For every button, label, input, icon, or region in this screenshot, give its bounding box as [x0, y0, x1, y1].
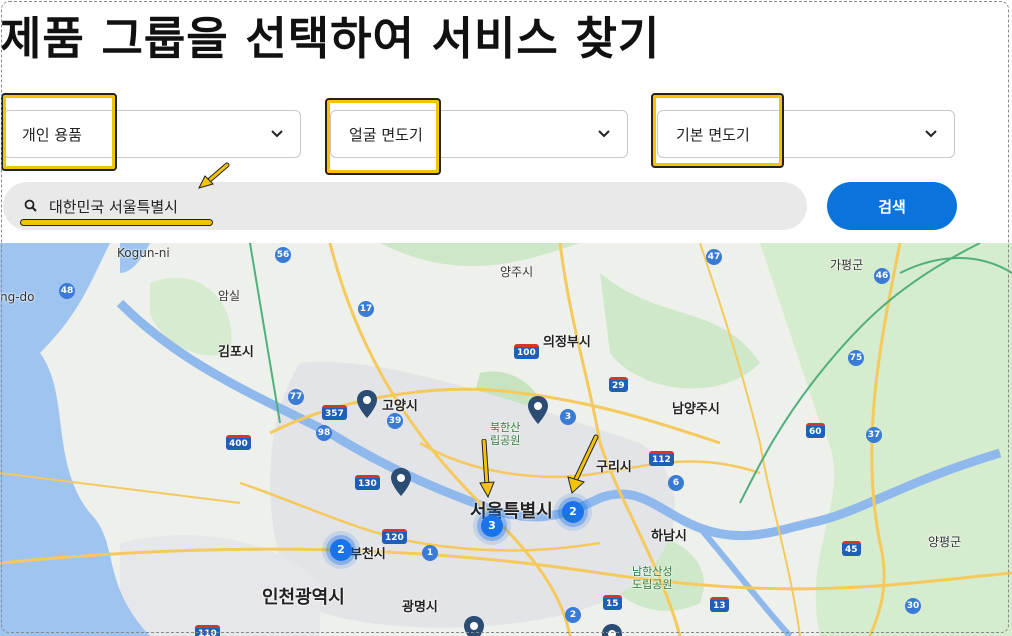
highway-shield: 400 — [226, 435, 251, 450]
route-shield: 47 — [706, 249, 722, 265]
route-shield: 56 — [275, 247, 291, 263]
arrow-annotation-icon — [198, 162, 230, 189]
product-group-value: 개인 용품 — [22, 126, 82, 144]
map-label-kogun: Kogun-ni — [117, 246, 170, 260]
arrow-annotation-icon — [479, 439, 495, 499]
map-label-yangju: 양주시 — [500, 265, 534, 279]
route-shield: 3 — [560, 409, 576, 425]
map-label-hanam: 하남시 — [651, 529, 687, 544]
search-input[interactable] — [49, 192, 749, 220]
arrow-annotation-icon — [567, 434, 599, 494]
route-shield: 30 — [905, 598, 921, 614]
map-pin-icon[interactable] — [527, 395, 549, 425]
highlight-underline — [20, 219, 213, 226]
route-shield: 17 — [358, 301, 374, 317]
map-label-namhansanseong: 남한산성 도립공원 — [632, 565, 673, 591]
highway-shield: 60 — [806, 423, 825, 438]
search-button[interactable]: 검색 — [827, 182, 957, 230]
page-title: 제품 그룹을 선택하여 서비스 찾기 — [0, 12, 661, 65]
marker-cluster[interactable]: 2 — [330, 539, 352, 561]
map-pin-icon[interactable] — [356, 389, 378, 419]
highway-shield: 357 — [322, 405, 347, 420]
marker-cluster[interactable]: 2 — [562, 501, 584, 523]
route-shield: 48 — [59, 283, 75, 299]
map-label-gwangmyeong: 광명시 — [402, 600, 438, 615]
map-label-amsil: 암실 — [218, 289, 241, 303]
map-label-ungdo: ng-do — [0, 290, 35, 304]
highway-shield: 110 — [195, 625, 220, 636]
route-shield: 1 — [422, 545, 438, 561]
route-shield: 77 — [288, 389, 304, 405]
subcategory-select[interactable]: 기본 면도기 — [657, 110, 955, 158]
subcategory-value: 기본 면도기 — [676, 126, 750, 144]
highway-shield: 130 — [355, 475, 380, 490]
product-group-select[interactable]: 개인 용품 — [3, 110, 301, 158]
map-label-incheon: 인천광역시 — [262, 587, 345, 608]
route-shield: 37 — [866, 427, 882, 443]
chevron-down-icon — [598, 130, 610, 138]
chevron-down-icon — [925, 130, 937, 138]
marker-cluster[interactable]: 3 — [481, 515, 503, 537]
map-label-goyang: 고양시 — [382, 399, 418, 414]
map-pin-icon[interactable] — [463, 615, 485, 636]
route-shield: 46 — [874, 268, 890, 284]
highway-shield: 45 — [842, 541, 861, 556]
category-select[interactable]: 얼굴 면도기 — [330, 110, 628, 158]
route-shield: 75 — [848, 350, 864, 366]
highway-shield: 112 — [649, 451, 674, 466]
route-shield: 39 — [387, 413, 403, 429]
map-label-bucheon: 부천시 — [350, 547, 386, 562]
highway-shield: 120 — [382, 529, 407, 544]
highway-shield: 29 — [609, 377, 628, 392]
map-label-namyangju: 남양주시 — [672, 402, 720, 417]
map-view[interactable]: Kogun-ni 양주시 가평군 ng-do 암실 의정부시 김포시 고양시 남… — [0, 243, 1012, 636]
map-pin-icon[interactable] — [601, 623, 623, 636]
route-shield: 98 — [316, 425, 332, 441]
map-label-yangpyeong: 양평군 — [928, 535, 962, 549]
route-shield: 6 — [668, 475, 684, 491]
highway-shield: 15 — [603, 595, 622, 610]
map-label-uijeongbu: 의정부시 — [543, 335, 591, 350]
highway-shield: 13 — [710, 597, 729, 612]
map-label-gimpo: 김포시 — [218, 345, 254, 360]
search-icon — [24, 199, 37, 212]
highway-shield: 100 — [514, 344, 539, 359]
chevron-down-icon — [271, 130, 283, 138]
map-pin-icon[interactable] — [390, 467, 412, 497]
route-shield: 2 — [565, 607, 581, 623]
category-value: 얼굴 면도기 — [349, 126, 423, 144]
map-label-gapyeong: 가평군 — [830, 258, 864, 272]
